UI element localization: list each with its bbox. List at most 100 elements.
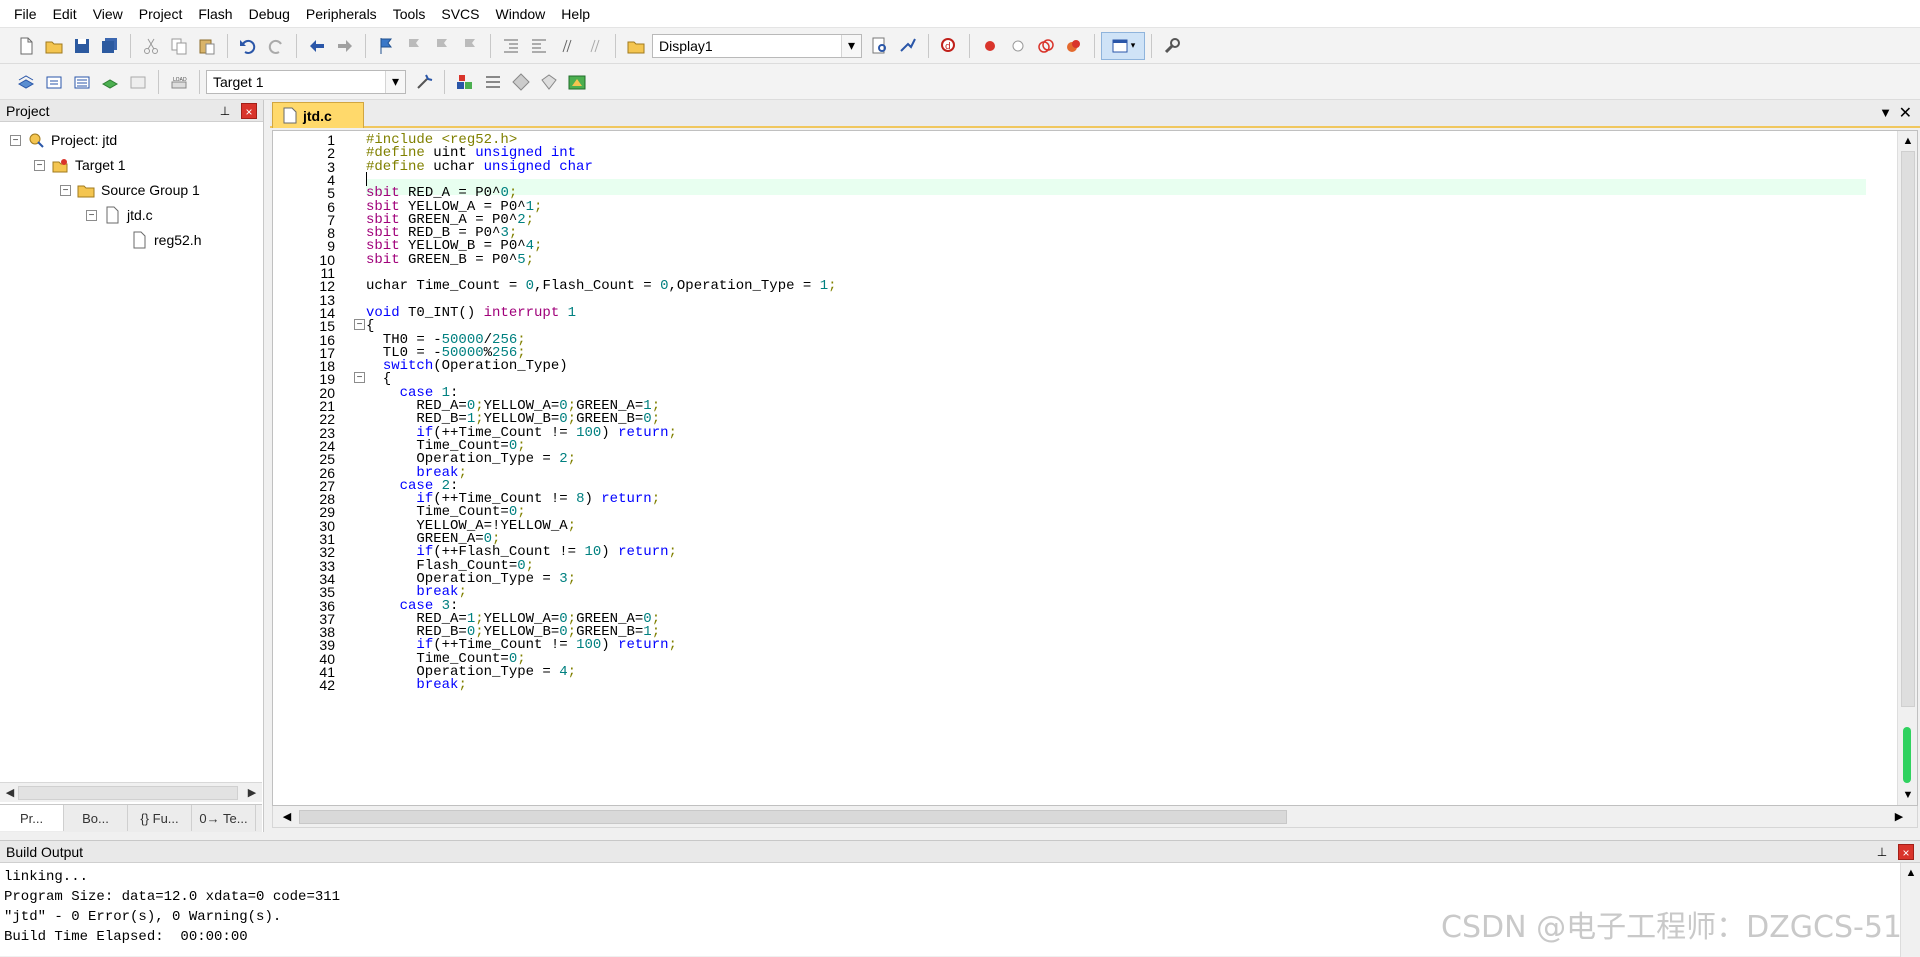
bookmark-icon[interactable] [372, 32, 400, 60]
paste-icon[interactable] [193, 32, 221, 60]
tab-functions[interactable]: {} Fu... [128, 805, 192, 831]
rebuild-icon[interactable] [68, 68, 96, 96]
change-marker [1903, 727, 1911, 783]
breakpoint-kill-all-icon[interactable] [1060, 32, 1088, 60]
breakpoint-kill-icon[interactable] [1032, 32, 1060, 60]
close-icon[interactable]: × [241, 103, 257, 119]
menu-svcs[interactable]: SVCS [433, 0, 487, 28]
tree-file-jtd[interactable]: − jtd.c [86, 203, 153, 227]
manage-components-icon[interactable] [451, 68, 479, 96]
menu-view[interactable]: View [85, 0, 131, 28]
window-layout-icon[interactable]: ▾ [1101, 31, 1145, 60]
collapse-icon[interactable]: − [60, 184, 71, 196]
menu-window[interactable]: Window [488, 0, 554, 28]
target-combo[interactable]: Target 1 ▾ [206, 69, 406, 94]
scroll-left-icon[interactable]: ◀ [279, 809, 295, 825]
editor-tab-jtd[interactable]: jtd.c [272, 102, 364, 128]
tree-project[interactable]: − Project: jtd [10, 128, 117, 152]
pack-installer-icon[interactable] [563, 68, 591, 96]
line-number: 42 [319, 677, 335, 694]
save-all-icon[interactable] [96, 32, 124, 60]
menu-edit[interactable]: Edit [45, 0, 85, 28]
fold-icon[interactable]: − [354, 372, 365, 383]
build-icon[interactable] [40, 68, 68, 96]
copy-icon[interactable] [165, 32, 193, 60]
code-text[interactable]: #include <reg52.h> #define uint unsigned … [366, 131, 1866, 805]
menu-debug[interactable]: Debug [241, 0, 298, 28]
fold-icon[interactable]: − [354, 319, 365, 330]
tree-file-reg52[interactable]: reg52.h [130, 228, 201, 252]
find-icon[interactable] [866, 32, 894, 60]
redo-icon[interactable] [262, 32, 290, 60]
translate-icon[interactable] [12, 68, 40, 96]
cut-icon[interactable] [137, 32, 165, 60]
save-icon[interactable] [68, 32, 96, 60]
menu-project[interactable]: Project [131, 0, 191, 28]
scroll-left-icon[interactable]: ◀ [2, 785, 18, 801]
close-editor-icon[interactable]: ✕ [1899, 103, 1912, 123]
undo-icon[interactable] [234, 32, 262, 60]
incremental-find-icon[interactable] [894, 32, 922, 60]
manage-rte-icon[interactable] [507, 68, 535, 96]
scroll-right-icon[interactable]: ▶ [244, 785, 260, 801]
bookmark-next-icon[interactable] [428, 32, 456, 60]
tab-books[interactable]: Bo... [64, 805, 128, 831]
find-in-files-icon[interactable] [622, 32, 650, 60]
indent-icon[interactable] [497, 32, 525, 60]
target-options-icon[interactable] [410, 68, 438, 96]
menu-peripherals[interactable]: Peripherals [298, 0, 385, 28]
bookmark-clear-icon[interactable] [456, 32, 484, 60]
new-file-icon[interactable] [12, 32, 40, 60]
pin-icon[interactable]: ⊥ [1874, 844, 1890, 860]
bookmark-prev-icon[interactable] [400, 32, 428, 60]
output-vscrollbar[interactable]: ▲ [1900, 863, 1920, 957]
configure-icon[interactable] [1158, 32, 1186, 60]
menu-flash[interactable]: Flash [190, 0, 240, 28]
scroll-thumb[interactable] [1901, 151, 1915, 707]
collapse-icon[interactable]: − [86, 209, 97, 221]
open-folder-icon[interactable] [40, 32, 68, 60]
close-icon[interactable]: × [1898, 844, 1914, 860]
batch-build-icon[interactable] [96, 68, 124, 96]
scroll-up-icon[interactable]: ▲ [1903, 865, 1919, 881]
scroll-up-icon[interactable]: ▲ [1900, 133, 1916, 149]
chevron-down-icon[interactable]: ▾ [385, 70, 405, 93]
file-extensions-icon[interactable] [479, 68, 507, 96]
editor-vscrollbar[interactable]: ▲ ▼ [1897, 131, 1917, 805]
stop-build-icon[interactable] [124, 68, 152, 96]
nav-back-icon[interactable] [303, 32, 331, 60]
display-combo[interactable]: Display1 ▾ [652, 33, 862, 58]
menu-help[interactable]: Help [553, 0, 598, 28]
pin-icon[interactable]: ⊥ [217, 103, 233, 119]
code-line: sbit GREEN_B = P0^5; [366, 251, 535, 268]
project-panel-title: Project [6, 102, 50, 119]
menu-tools[interactable]: Tools [385, 0, 434, 28]
select-packs-icon[interactable] [535, 68, 563, 96]
tree-target[interactable]: − Target 1 [34, 153, 126, 177]
scroll-thumb[interactable] [18, 786, 238, 800]
chevron-down-icon[interactable]: ▾ [841, 34, 861, 57]
menu-file[interactable]: File [6, 0, 45, 28]
debug-start-icon[interactable]: d [935, 32, 963, 60]
nav-forward-icon[interactable] [331, 32, 359, 60]
tab-list-dropdown-icon[interactable]: ▼ [1879, 105, 1892, 120]
project-hscrollbar[interactable]: ◀ ▶ [0, 782, 262, 802]
tab-project[interactable]: Pr... [0, 805, 64, 831]
breakpoint-disable-icon[interactable] [1004, 32, 1032, 60]
svg-text:LOAD: LOAD [173, 77, 187, 83]
scroll-right-icon[interactable]: ▶ [1891, 809, 1907, 825]
download-icon[interactable]: LOAD [165, 68, 193, 96]
uncomment-icon[interactable] [581, 32, 609, 60]
code-editor[interactable]: 1 2 3 4 5 6 7 8 9 10 11 12 13 14 15 16 17 18 19 20 21 22 23 24 2… [272, 130, 1918, 806]
comment-icon[interactable] [553, 32, 581, 60]
scroll-down-icon[interactable]: ▼ [1900, 787, 1916, 803]
tree-source-group[interactable]: − Source Group 1 [60, 178, 200, 202]
unindent-icon[interactable] [525, 32, 553, 60]
collapse-icon[interactable]: − [34, 159, 45, 171]
collapse-icon[interactable]: − [10, 134, 21, 146]
header-file-icon [133, 231, 146, 249]
editor-hscrollbar[interactable]: ◀ ▶ [272, 806, 1918, 828]
scroll-thumb[interactable] [299, 810, 1287, 824]
tab-templates[interactable]: 0→ Te... [192, 805, 256, 831]
breakpoint-icon[interactable] [976, 32, 1004, 60]
